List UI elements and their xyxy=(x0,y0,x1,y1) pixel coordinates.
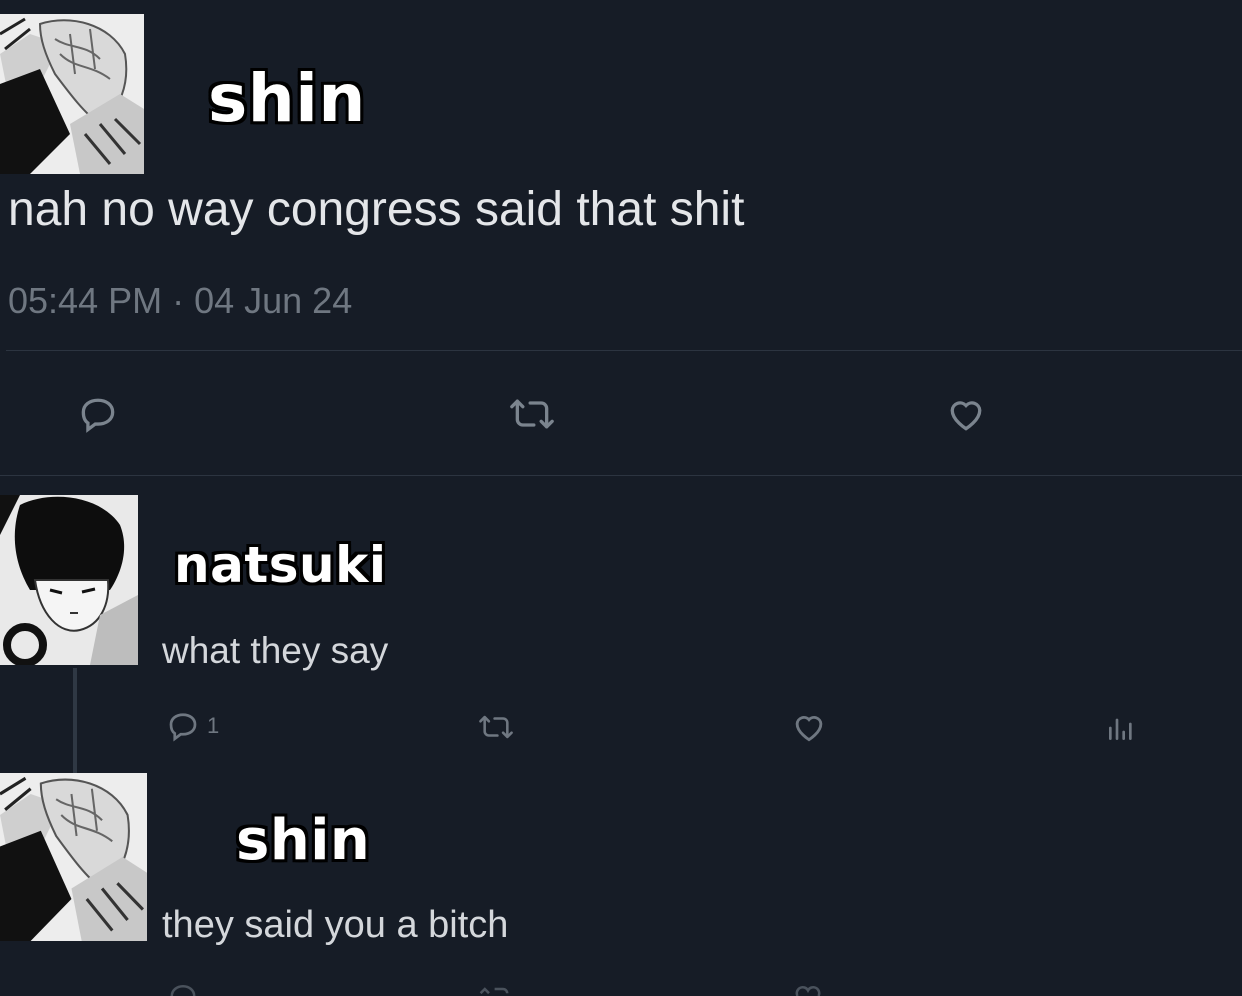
retweet-button[interactable] xyxy=(506,392,558,436)
like-button[interactable] xyxy=(790,982,826,996)
retweet-button[interactable] xyxy=(476,982,516,996)
author-name[interactable]: shin xyxy=(236,808,370,873)
tweet-text: nah no way congress said that shit xyxy=(8,183,745,236)
reply-count: 1 xyxy=(207,713,220,738)
tweet-text: what they say xyxy=(162,630,389,671)
like-icon xyxy=(795,716,823,742)
manga-avatar-image xyxy=(0,773,147,941)
divider xyxy=(6,350,1242,351)
avatar-shin[interactable] xyxy=(0,14,144,174)
like-icon xyxy=(795,986,821,996)
retweet-icon xyxy=(479,987,509,995)
retweet-icon xyxy=(510,399,554,429)
reply-icon xyxy=(81,398,115,433)
retweet-button[interactable] xyxy=(474,710,518,744)
reply-button[interactable] xyxy=(76,392,120,436)
reply-icon xyxy=(170,984,196,996)
thread-line xyxy=(73,668,77,773)
reply-button[interactable]: 1 xyxy=(165,708,219,744)
analytics-icon xyxy=(1109,718,1132,740)
divider xyxy=(0,475,1242,476)
author-name[interactable]: shin xyxy=(208,60,366,137)
tweet-timestamp[interactable]: 05:44 PM · 04 Jun 24 xyxy=(8,280,352,322)
tweet-text: they said you a bitch xyxy=(162,904,509,946)
like-button[interactable] xyxy=(942,392,990,436)
author-name[interactable]: natsuki xyxy=(174,536,386,594)
manga-avatar-image xyxy=(0,14,144,174)
retweet-icon xyxy=(479,715,513,739)
reply-button[interactable] xyxy=(166,982,200,996)
reply-icon xyxy=(169,713,197,742)
like-icon xyxy=(950,401,982,431)
avatar-natsuki[interactable] xyxy=(0,495,138,665)
avatar-shin[interactable] xyxy=(0,773,147,941)
like-button[interactable] xyxy=(790,708,828,746)
manga-avatar-image xyxy=(0,495,138,665)
analytics-button[interactable] xyxy=(1104,712,1138,744)
